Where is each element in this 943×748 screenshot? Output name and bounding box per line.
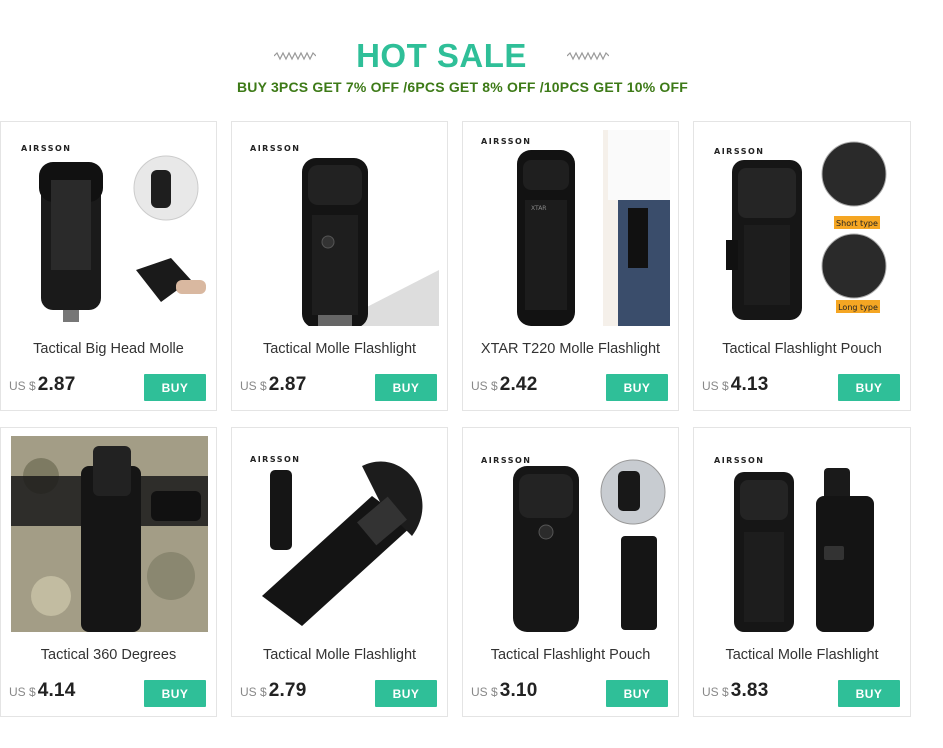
product-card[interactable]: Tactical 360 Degrees US $ 4.14 BUY bbox=[0, 427, 217, 717]
short-type-label: Short type bbox=[836, 219, 878, 228]
product-price: US $ 3.10 bbox=[471, 680, 537, 704]
product-card[interactable]: AIRSSON Short type Long type Tactical Fl… bbox=[693, 121, 911, 411]
currency-label: US $ bbox=[240, 685, 267, 699]
product-image[interactable]: AIRSSON XTAR bbox=[473, 130, 670, 326]
price-amount: 2.79 bbox=[268, 680, 307, 701]
product-price: US $ 3.83 bbox=[702, 680, 768, 704]
product-grid: AIRSSON Tactical Big Head Molle US $ 2.8… bbox=[0, 0, 943, 748]
brand-logo: AIRSSON bbox=[481, 456, 532, 465]
product-image[interactable]: AIRSSON bbox=[242, 436, 439, 632]
buy-button[interactable]: BUY bbox=[838, 374, 900, 401]
currency-label: US $ bbox=[9, 379, 36, 393]
product-name[interactable]: Tactical 360 Degrees bbox=[9, 646, 208, 666]
product-card[interactable]: AIRSSON Tactical Molle Flashlight US $ 2… bbox=[231, 427, 448, 717]
product-card[interactable]: AIRSSON Tactical Flashlight Pouch US $ 3… bbox=[462, 427, 679, 717]
price-amount: 3.10 bbox=[499, 680, 538, 701]
product-price: US $ 2.87 bbox=[240, 374, 306, 398]
price-amount: 3.83 bbox=[730, 680, 769, 701]
product-image[interactable]: AIRSSON bbox=[473, 436, 670, 632]
product-name[interactable]: Tactical Molle Flashlight bbox=[240, 340, 439, 360]
currency-label: US $ bbox=[9, 685, 36, 699]
product-name-overflow bbox=[240, 358, 439, 365]
price-amount: 4.14 bbox=[37, 680, 76, 701]
product-image[interactable]: AIRSSON bbox=[242, 130, 439, 326]
brand-logo: AIRSSON bbox=[714, 147, 765, 156]
product-name-overflow bbox=[702, 358, 902, 365]
product-price: US $ 4.14 bbox=[9, 680, 75, 704]
buy-button[interactable]: BUY bbox=[838, 680, 900, 707]
brand-logo: AIRSSON bbox=[250, 144, 301, 153]
product-price: US $ 4.13 bbox=[702, 374, 768, 398]
price-amount: 2.87 bbox=[268, 374, 307, 395]
currency-label: US $ bbox=[702, 685, 729, 699]
price-amount: 2.42 bbox=[499, 374, 538, 395]
buy-button[interactable]: BUY bbox=[606, 374, 668, 401]
brand-logo: AIRSSON bbox=[714, 456, 765, 465]
currency-label: US $ bbox=[471, 379, 498, 393]
price-amount: 4.13 bbox=[730, 374, 769, 395]
currency-label: US $ bbox=[240, 379, 267, 393]
price-amount: 2.87 bbox=[37, 374, 76, 395]
product-name-overflow bbox=[471, 358, 670, 365]
product-name-overflow bbox=[9, 664, 208, 671]
long-type-label: Long type bbox=[838, 303, 878, 312]
product-card[interactable]: AIRSSON Tactical Molle Flashlight US $ 2… bbox=[231, 121, 448, 411]
product-image[interactable] bbox=[11, 436, 208, 632]
buy-button[interactable]: BUY bbox=[144, 680, 206, 707]
buy-button[interactable]: BUY bbox=[606, 680, 668, 707]
product-photo: AIRSSON bbox=[21, 144, 206, 322]
brand-logo: AIRSSON bbox=[481, 137, 532, 146]
product-card[interactable]: AIRSSON XTAR XTAR T220 Molle Flashlight … bbox=[462, 121, 679, 411]
product-name-overflow bbox=[240, 664, 439, 671]
brand-logo: AIRSSON bbox=[250, 455, 301, 464]
product-name[interactable]: XTAR T220 Molle Flashlight bbox=[471, 340, 670, 360]
brand-logo: AIRSSON bbox=[21, 144, 72, 153]
product-card[interactable]: AIRSSON Tactical Big Head Molle US $ 2.8… bbox=[0, 121, 217, 411]
product-name[interactable]: Tactical Molle Flashlight bbox=[702, 646, 902, 666]
product-price: US $ 2.42 bbox=[471, 374, 537, 398]
product-image[interactable]: AIRSSON bbox=[11, 130, 208, 326]
product-name-overflow bbox=[702, 664, 902, 671]
product-price: US $ 2.87 bbox=[9, 374, 75, 398]
product-name[interactable]: Tactical Molle Flashlight bbox=[240, 646, 439, 666]
buy-button[interactable]: BUY bbox=[375, 680, 437, 707]
product-price: US $ 2.79 bbox=[240, 680, 306, 704]
product-name-overflow bbox=[9, 358, 208, 365]
product-name[interactable]: Tactical Flashlight Pouch bbox=[471, 646, 670, 666]
product-name-overflow bbox=[471, 664, 670, 671]
svg-text:XTAR: XTAR bbox=[531, 205, 546, 212]
product-name[interactable]: Tactical Flashlight Pouch bbox=[702, 340, 902, 360]
buy-button[interactable]: BUY bbox=[375, 374, 437, 401]
product-image[interactable]: AIRSSON Short type Long type bbox=[704, 130, 901, 326]
product-card[interactable]: AIRSSON Tactical Molle Flashlight US $ 3… bbox=[693, 427, 911, 717]
currency-label: US $ bbox=[702, 379, 729, 393]
currency-label: US $ bbox=[471, 685, 498, 699]
buy-button[interactable]: BUY bbox=[144, 374, 206, 401]
product-image[interactable]: AIRSSON bbox=[704, 436, 901, 632]
product-name[interactable]: Tactical Big Head Molle bbox=[9, 340, 208, 360]
